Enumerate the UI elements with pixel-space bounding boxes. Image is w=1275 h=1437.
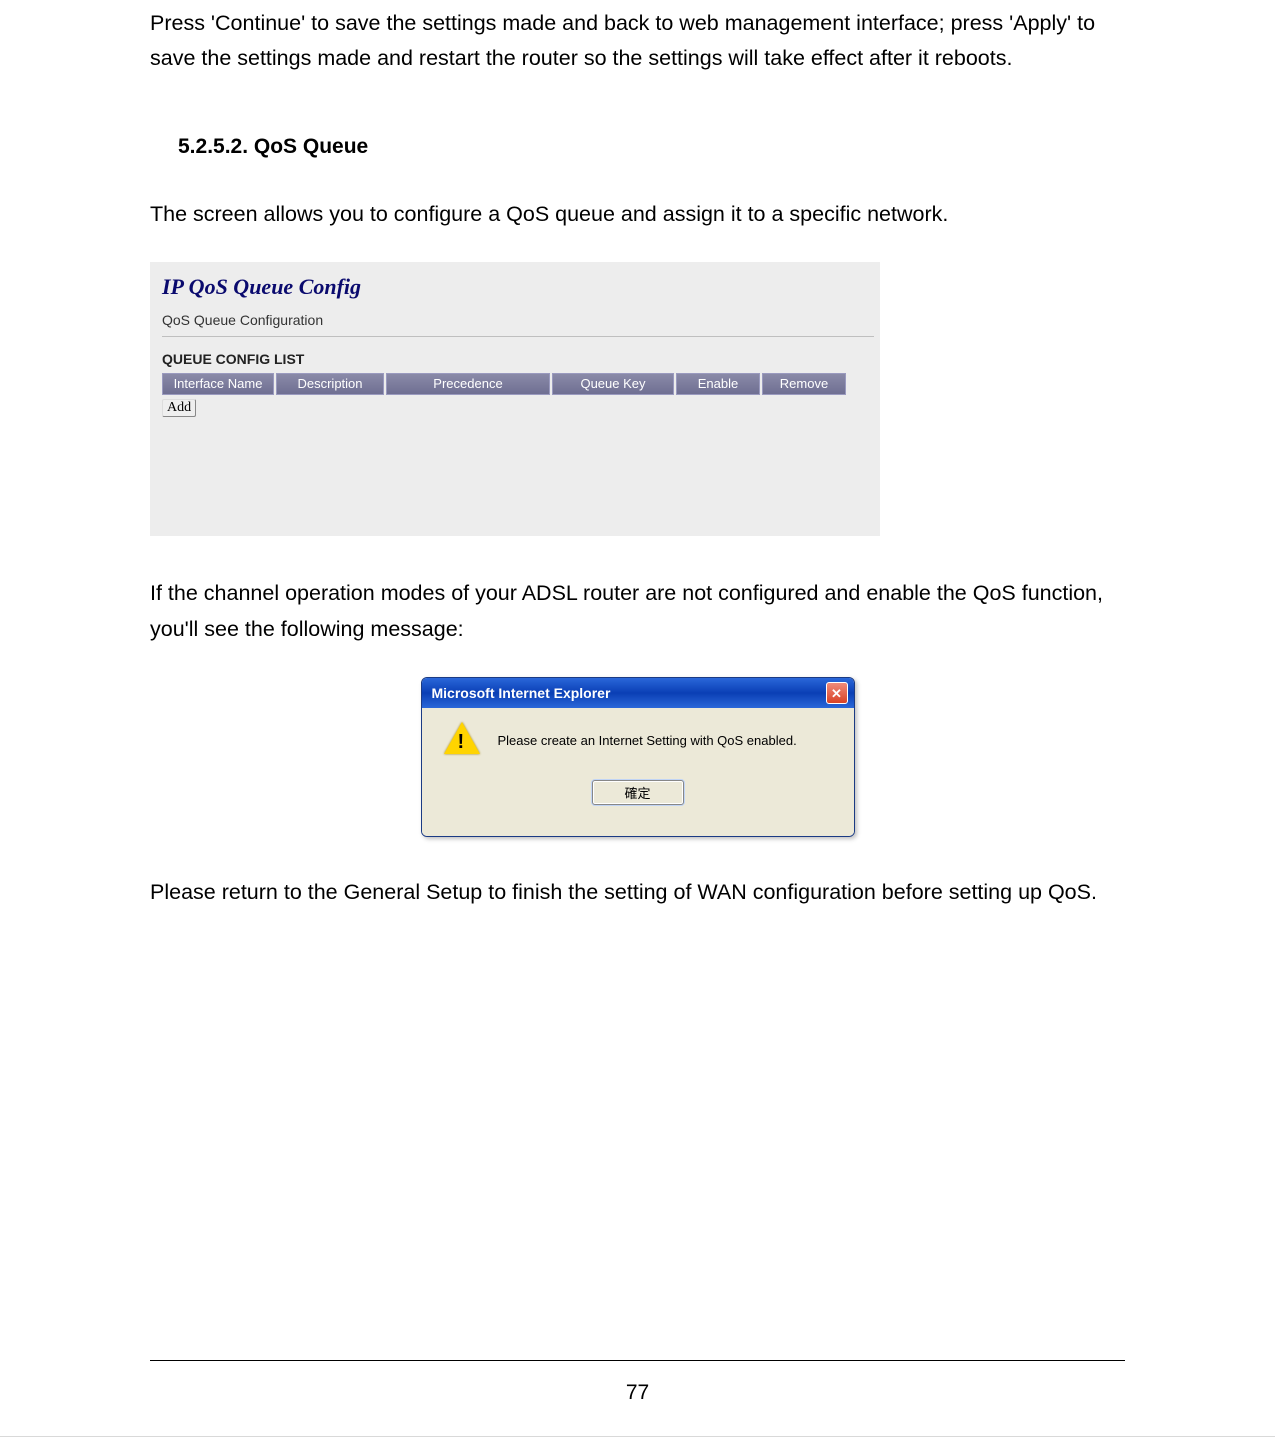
post-dialog-paragraph: Please return to the General Setup to fi…: [150, 875, 1125, 910]
divider: [162, 336, 874, 337]
column-header-queue-key: Queue Key: [552, 373, 674, 395]
dialog-title: Microsoft Internet Explorer: [428, 685, 611, 701]
qos-panel-subtitle: QoS Queue Configuration: [162, 312, 880, 328]
queue-list-label: QUEUE CONFIG LIST: [162, 351, 880, 367]
warning-icon: !: [444, 722, 480, 758]
post-panel-paragraph: If the channel operation modes of your A…: [150, 576, 1125, 647]
close-icon: ✕: [831, 687, 842, 700]
dialog-body: ! Please create an Internet Setting with…: [422, 708, 854, 836]
qos-panel-title: IP QoS Queue Config: [162, 274, 880, 300]
section-intro-paragraph: The screen allows you to configure a QoS…: [150, 197, 1125, 232]
section-heading: 5.2.5.2. QoS Queue: [150, 135, 1125, 159]
column-header-enable: Enable: [676, 373, 760, 395]
column-header-interface-name: Interface Name: [162, 373, 274, 395]
column-header-description: Description: [276, 373, 384, 395]
ie-dialog: Microsoft Internet Explorer ✕ ! Please c…: [421, 677, 855, 837]
dialog-message: Please create an Internet Setting with Q…: [498, 733, 797, 748]
close-button[interactable]: ✕: [826, 682, 848, 704]
intro-paragraph: Press 'Continue' to save the settings ma…: [150, 6, 1125, 77]
ok-button[interactable]: 確定: [592, 780, 684, 805]
footer-rule: [150, 1360, 1125, 1361]
column-header-remove: Remove: [762, 373, 846, 395]
column-header-precedence: Precedence: [386, 373, 550, 395]
page-number: 77: [0, 1381, 1275, 1405]
dialog-titlebar: Microsoft Internet Explorer ✕: [422, 678, 854, 708]
add-button[interactable]: Add: [162, 399, 196, 417]
qos-config-panel: IP QoS Queue Config QoS Queue Configurat…: [150, 262, 880, 536]
table-header-row: Interface Name Description Precedence Qu…: [162, 373, 856, 395]
